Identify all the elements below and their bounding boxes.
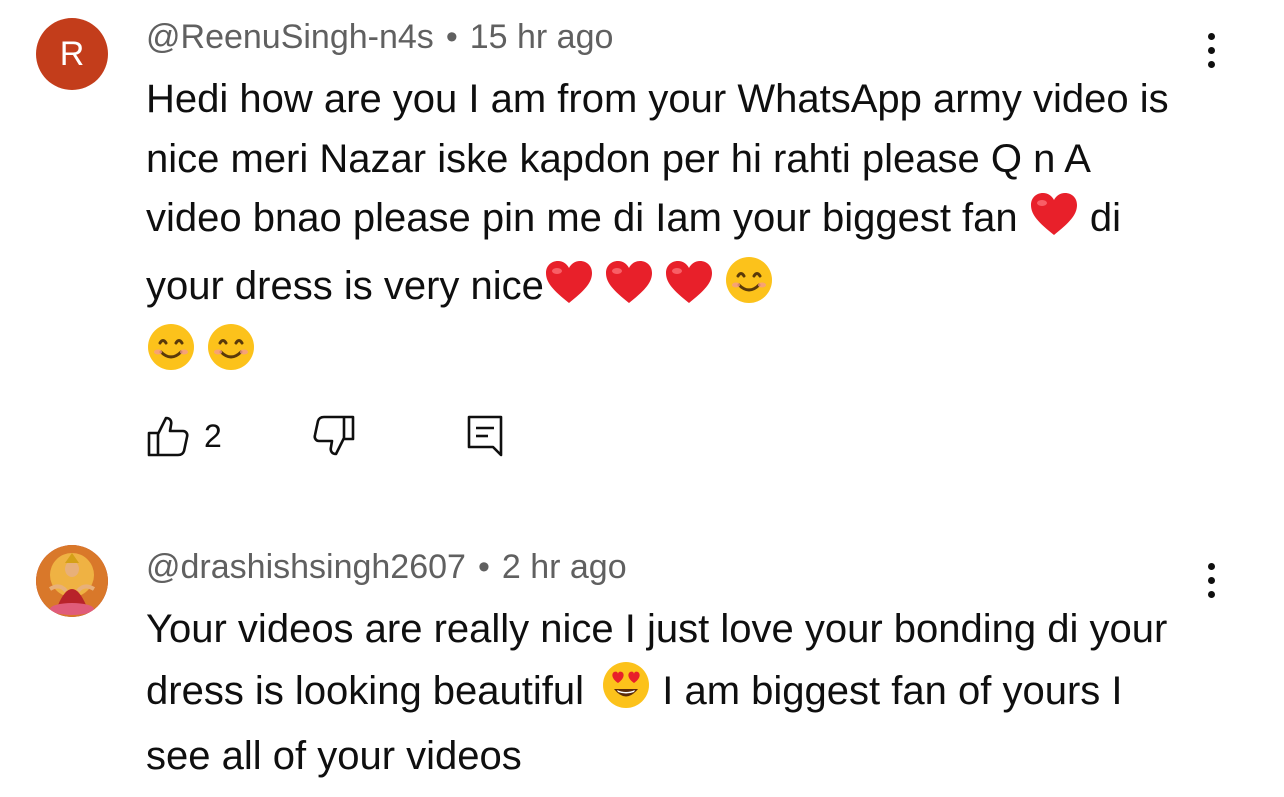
more-vert-icon[interactable]	[1196, 20, 1226, 80]
comment-item: R @ReenuSingh-n4s • 15 hr ago Hedi how are…	[0, 0, 1284, 500]
heart-emoji-icon	[544, 259, 594, 323]
heart-eyes-emoji-icon	[601, 660, 651, 728]
comment-text: Your videos are really nice I just love …	[146, 600, 1186, 787]
heart-emoji-icon	[604, 259, 654, 323]
comment-time[interactable]: 2 hr ago	[502, 548, 627, 586]
comment-meta: @drashishsingh2607 • 2 hr ago	[146, 548, 627, 587]
avatar[interactable]	[36, 545, 108, 617]
thumbs-down-icon	[313, 415, 355, 456]
thumbs-up-icon	[147, 416, 189, 457]
comment-time[interactable]: 15 hr ago	[470, 18, 614, 56]
comment-meta: @ReenuSingh-n4s • 15 hr ago	[146, 18, 613, 57]
separator-dot: •	[445, 18, 458, 56]
avatar[interactable]: R	[36, 18, 108, 90]
comment-text: Hedi how are you I am from your WhatsApp…	[146, 70, 1186, 390]
goddess-image-icon	[36, 545, 108, 617]
like-button[interactable]: 2	[146, 410, 222, 462]
smile-emoji-icon	[724, 255, 774, 323]
author-name[interactable]: @ReenuSingh-n4s	[146, 18, 434, 56]
smile-emoji-icon	[146, 322, 196, 390]
comment-item: @drashishsingh2607 • 2 hr ago Your videos …	[0, 525, 1284, 797]
more-vert-icon[interactable]	[1196, 550, 1226, 610]
like-count: 2	[204, 417, 222, 454]
avatar-letter: R	[59, 34, 85, 73]
comment-actions: 2	[146, 410, 566, 462]
separator-dot: •	[477, 548, 490, 586]
smile-emoji-icon	[206, 322, 256, 390]
heart-emoji-icon	[664, 259, 714, 323]
dislike-button[interactable]	[312, 410, 356, 462]
comment-text-part-1: Hedi how are you I am from your WhatsApp…	[146, 77, 1169, 240]
reply-button[interactable]	[464, 410, 508, 462]
heart-emoji-icon	[1029, 191, 1079, 255]
author-name[interactable]: @drashishsingh2607	[146, 548, 466, 586]
reply-icon	[467, 415, 503, 457]
